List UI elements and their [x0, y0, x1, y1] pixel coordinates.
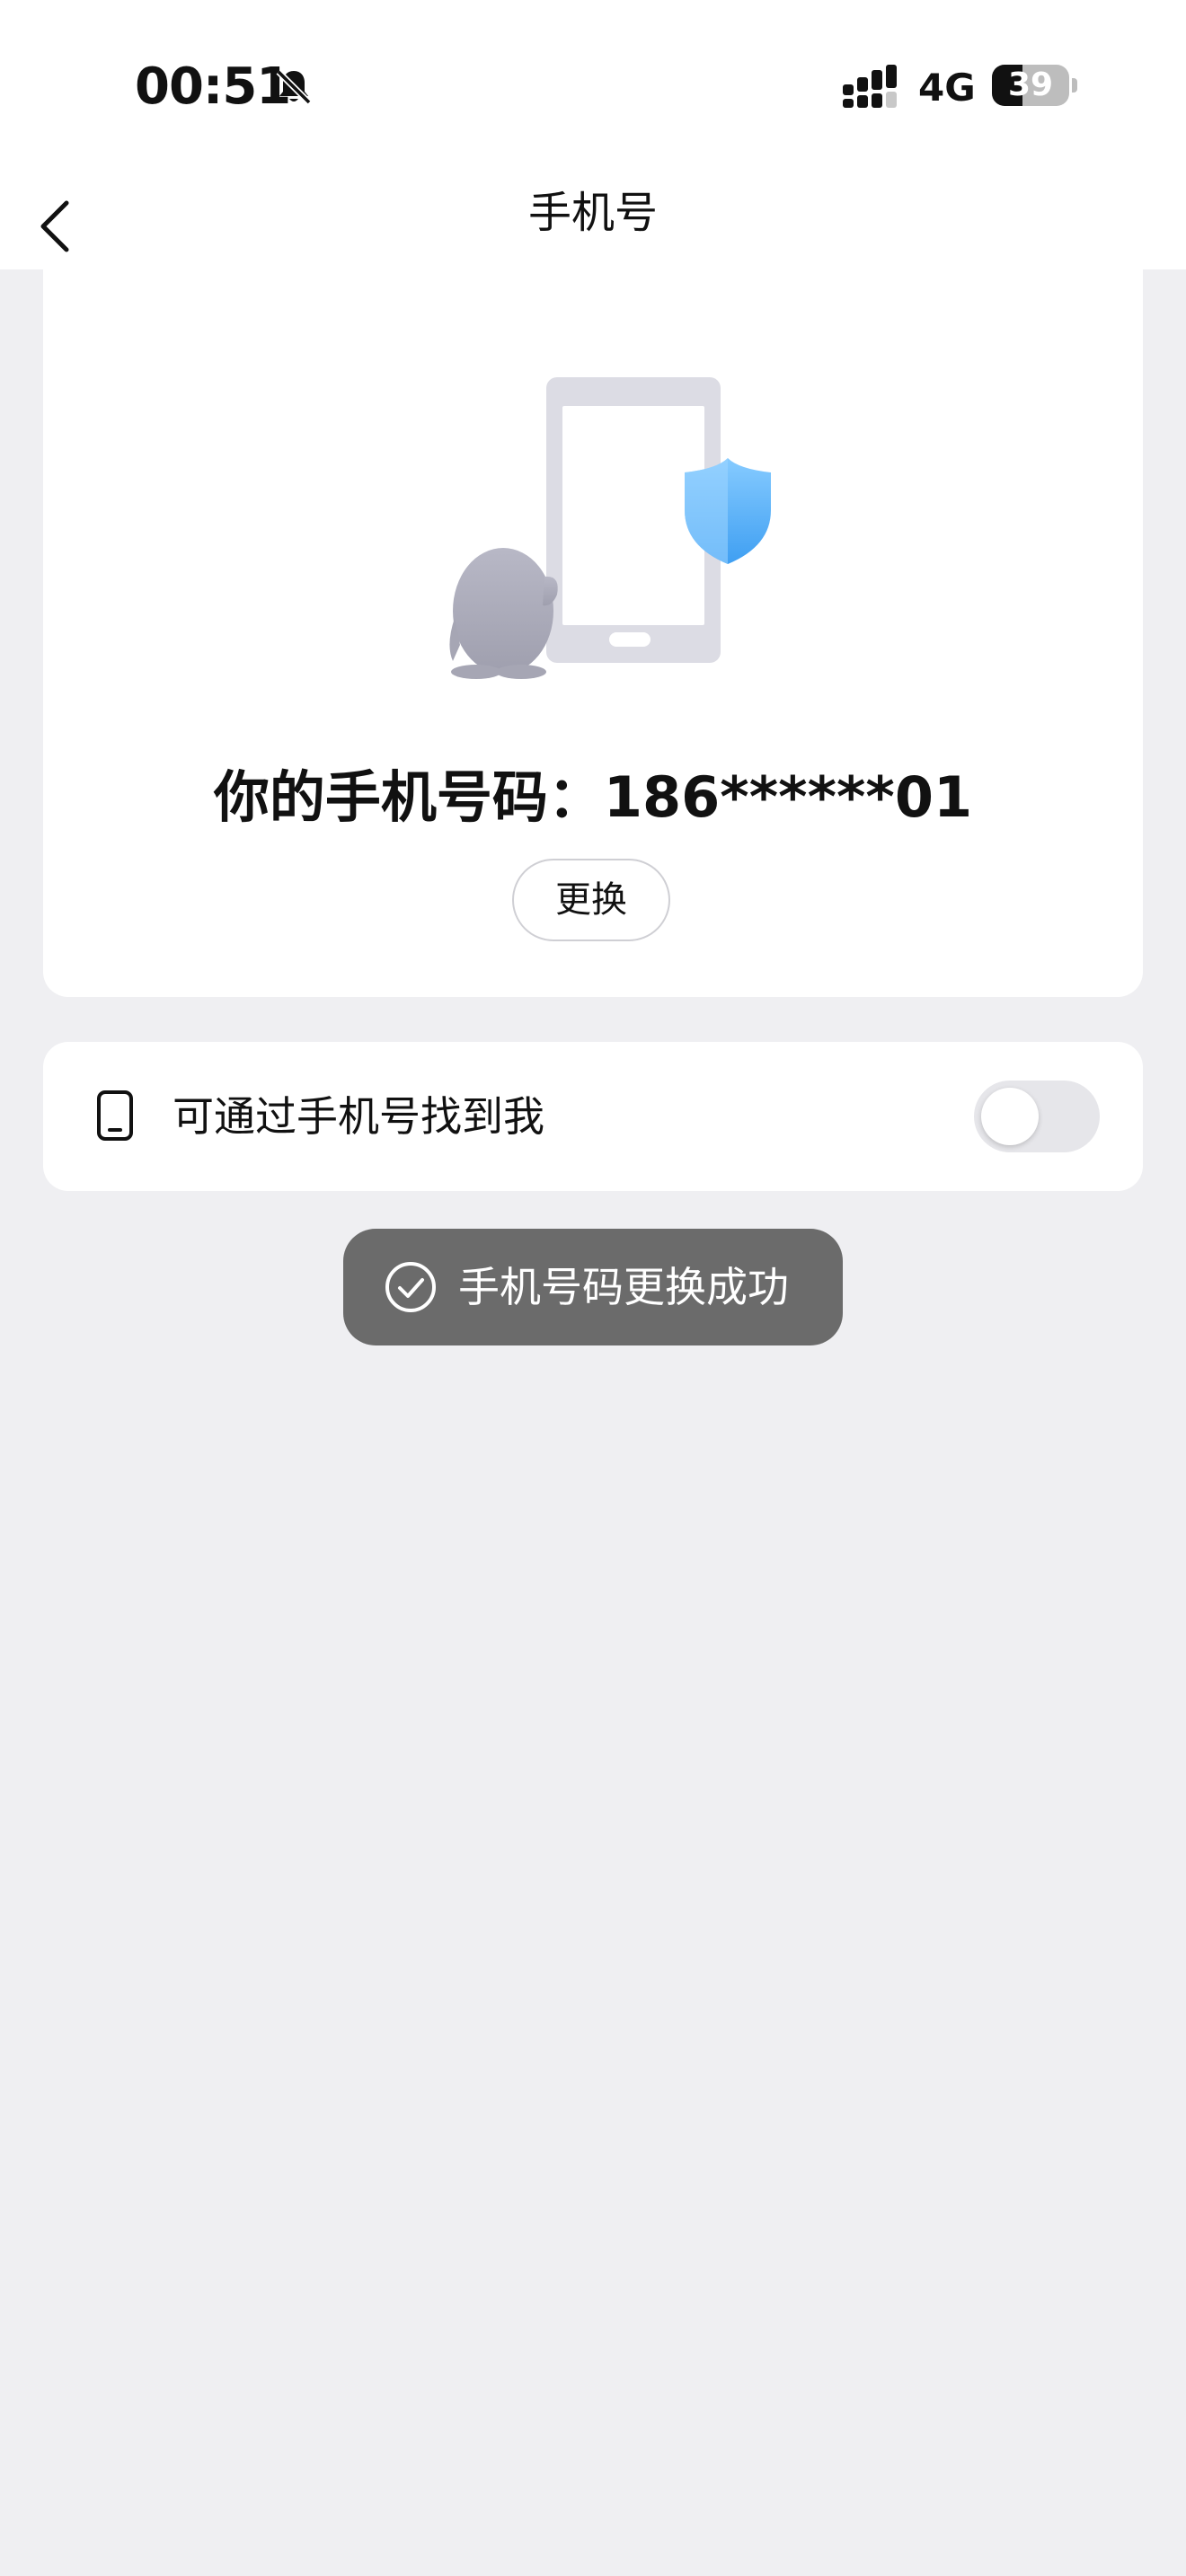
- bell-muted-icon: [276, 69, 312, 105]
- success-toast: 手机号码更换成功: [343, 1229, 843, 1345]
- change-phone-button[interactable]: 更换: [512, 859, 670, 941]
- toggle-knob: [981, 1088, 1039, 1145]
- phone-shield-penguin-illustration: [449, 377, 771, 679]
- find-me-by-phone-setting: 可通过手机号找到我: [43, 1042, 1143, 1191]
- battery-level: 39: [1007, 66, 1054, 103]
- setting-label: 可通过手机号找到我: [173, 1092, 544, 1141]
- battery-icon: 39: [992, 65, 1077, 106]
- page-title: 手机号: [527, 188, 658, 238]
- toast-message: 手机号码更换成功: [458, 1263, 789, 1311]
- network-type: 4G: [918, 66, 976, 110]
- nav-bar: 手机号: [0, 180, 1186, 269]
- signal-icon: [843, 65, 897, 108]
- phone-number-text: 你的手机号码：186******01: [213, 764, 973, 830]
- check-circle-icon: [385, 1262, 436, 1312]
- find-me-toggle[interactable]: [974, 1081, 1100, 1152]
- phone-icon: [97, 1090, 133, 1141]
- status-time: 00:51: [135, 57, 291, 116]
- status-bar: 00:51 4G 39: [0, 0, 1186, 180]
- phone-number-card: 你的手机号码：186******01 更换: [43, 269, 1143, 997]
